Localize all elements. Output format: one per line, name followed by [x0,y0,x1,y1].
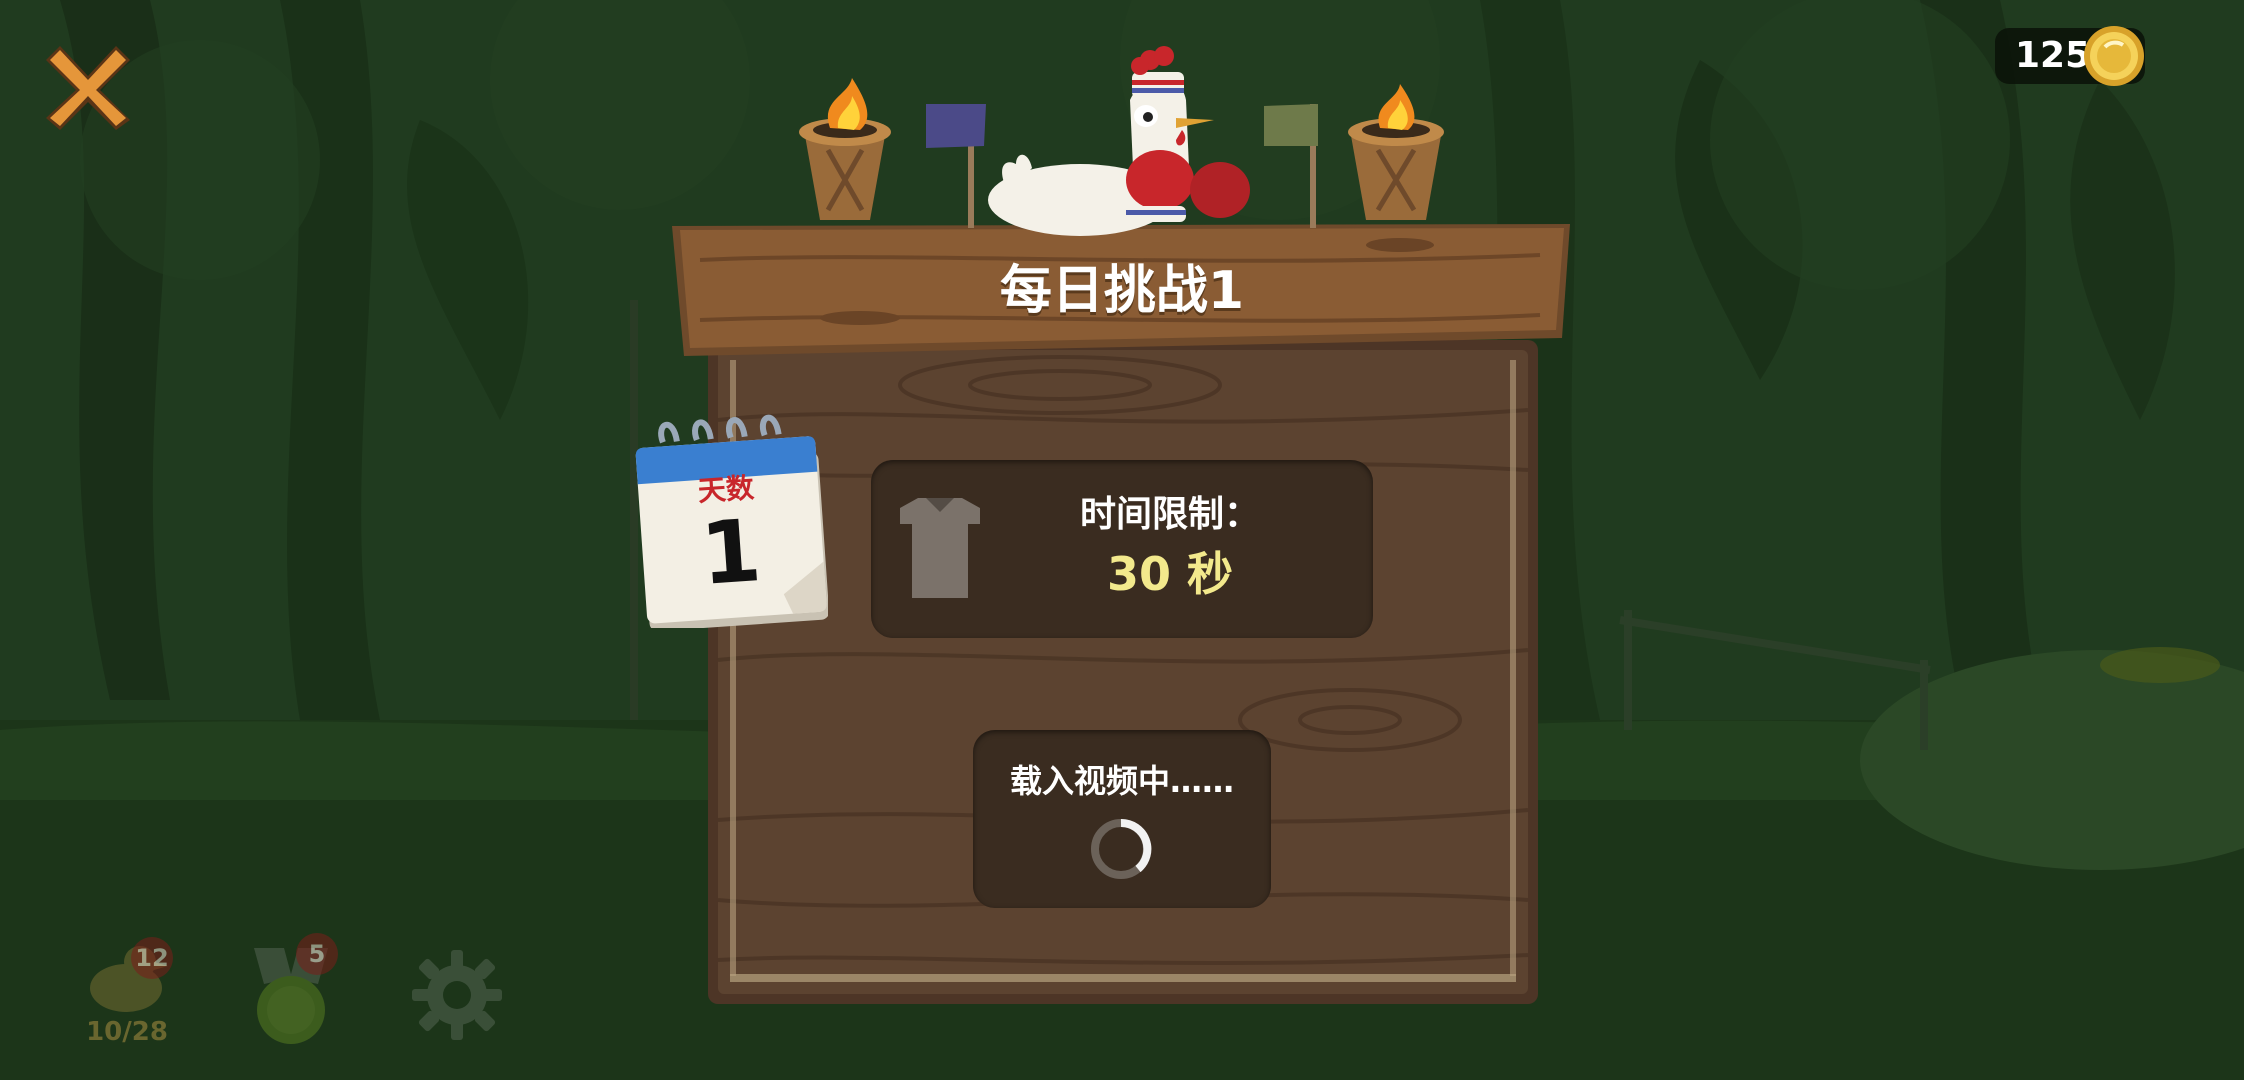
time-limit-unit: 秒 [1187,547,1234,601]
gold-coin-icon [2084,26,2144,86]
challenge-title: 每日挑战1 [999,261,1245,321]
loading-spinner-icon [1091,818,1152,879]
time-limit-label: 时间限制： [1079,494,1260,535]
chicken-count-badge: 12 [131,937,173,979]
achievement-count-badge: 5 [296,933,338,975]
time-limit-value: 30 秒 [1060,546,1280,602]
coin-count: 125 [2015,35,2091,76]
time-limit-number: 30 [1106,547,1171,601]
settings-gear-icon[interactable] [410,948,504,1042]
chicken-progress: 10/28 [86,1017,168,1047]
calendar-day-number: 1 [697,501,765,605]
close-button[interactable] [38,38,138,138]
shirt-icon [900,498,980,598]
close-icon [46,46,130,130]
loading-text: 载入视频中…… [1009,762,1234,800]
